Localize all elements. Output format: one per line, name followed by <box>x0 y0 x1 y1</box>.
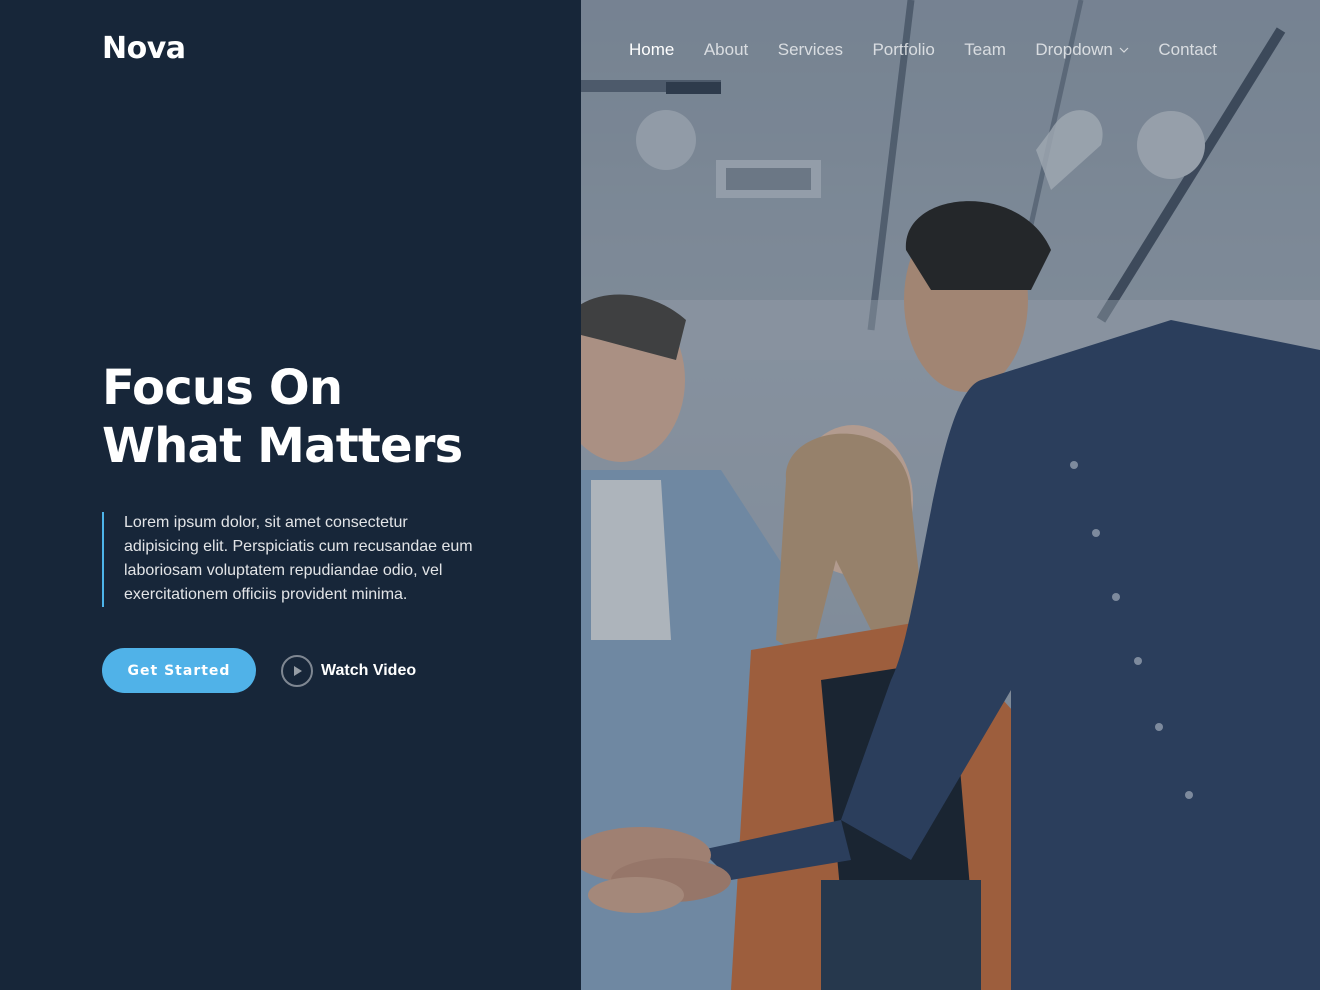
intro-text: Lorem ipsum dolor, sit amet consectetur … <box>124 514 473 603</box>
nav-item-about[interactable]: About <box>691 38 761 62</box>
watch-video-link[interactable]: Watch Video <box>281 655 416 687</box>
hero-headline: Focus On What Matters <box>102 359 572 475</box>
left-panel <box>0 0 581 990</box>
nav-item-dropdown[interactable]: Dropdown <box>1022 38 1142 62</box>
play-triangle-icon <box>294 666 302 676</box>
chevron-down-icon <box>1119 47 1129 53</box>
get-started-button[interactable]: Get Started <box>102 648 256 693</box>
nav-item-home[interactable]: Home <box>616 38 687 62</box>
nav-item-contact[interactable]: Contact <box>1145 38 1230 62</box>
nav-item-dropdown-label: Dropdown <box>1035 40 1113 59</box>
nav-item-team[interactable]: Team <box>951 38 1019 62</box>
main-navigation: Home About Services Portfolio Team Dropd… <box>616 38 1230 62</box>
play-icon[interactable] <box>281 655 313 687</box>
headline-line-2: What Matters <box>102 418 463 474</box>
brand-logo[interactable]: Nova <box>102 31 186 66</box>
nav-item-portfolio[interactable]: Portfolio <box>859 38 947 62</box>
watch-video-label: Watch Video <box>321 662 417 679</box>
hero-intro: Lorem ipsum dolor, sit amet consectetur … <box>102 512 482 607</box>
team-photo-illustration <box>581 0 1320 990</box>
nav-item-services[interactable]: Services <box>765 38 856 62</box>
headline-line-1: Focus On <box>102 360 343 416</box>
hero-photo <box>581 0 1320 990</box>
